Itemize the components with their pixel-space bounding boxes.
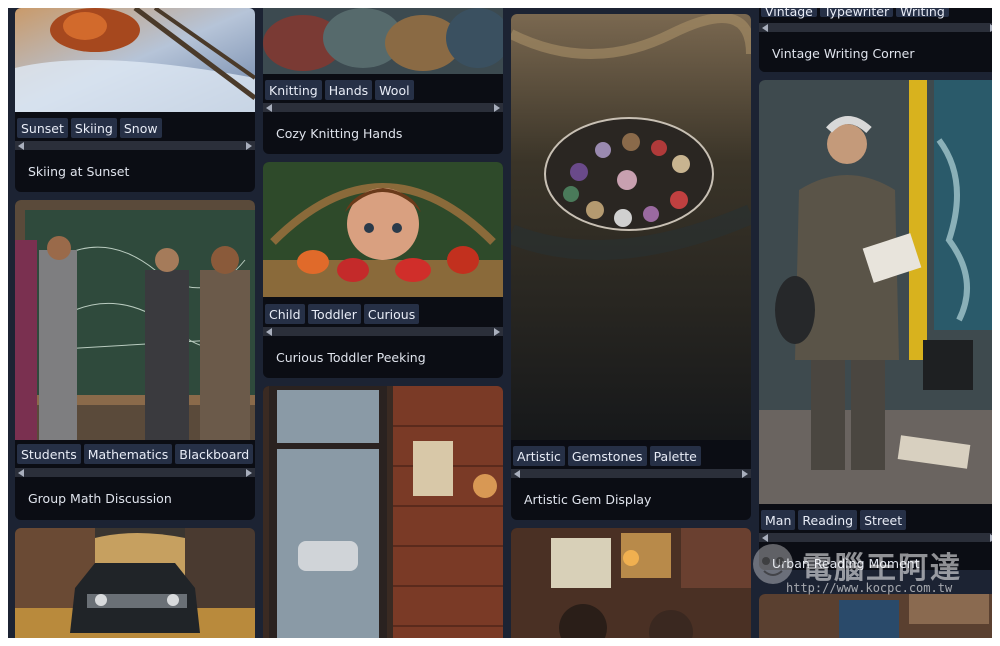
scroll-right-icon[interactable] [246, 141, 252, 150]
scroll-right-icon[interactable] [990, 533, 992, 542]
tag-chip[interactable]: Vintage [761, 8, 817, 18]
tag-chip[interactable]: Wool [375, 80, 414, 100]
tag-chip[interactable]: Mathematics [83, 444, 173, 464]
scroll-left-icon[interactable] [762, 23, 768, 32]
tag-chip[interactable]: Blackboard [175, 444, 254, 464]
image-card-bottom[interactable] [759, 594, 992, 638]
tag-chip[interactable]: Palette [649, 446, 701, 466]
image-card-knitting[interactable]: Knitting Hands Wool Cozy Knitting Hands [263, 8, 503, 154]
tag-scrollbar[interactable] [15, 468, 255, 477]
scroll-right-icon[interactable] [990, 23, 992, 32]
tag-chip[interactable]: Skiing [70, 118, 117, 138]
scroll-right-icon[interactable] [494, 327, 500, 336]
tag-chip[interactable]: Toddler [307, 304, 361, 324]
card-caption: Group Math Discussion [28, 491, 172, 506]
tag-list: Man Reading Street [759, 507, 992, 533]
photo-skiing[interactable] [15, 8, 255, 112]
tag-scrollbar[interactable] [15, 141, 255, 150]
tag-list: Child Toddler Curious [263, 301, 503, 327]
tag-chip[interactable]: Typewriter [819, 8, 894, 18]
tag-scrollbar[interactable] [263, 103, 503, 112]
scroll-left-icon[interactable] [514, 469, 520, 478]
photo-gems[interactable] [511, 14, 751, 440]
tag-list: Students Mathematics Blackboard [15, 441, 255, 467]
tag-chip[interactable]: Child [265, 304, 305, 324]
scroll-right-icon[interactable] [494, 103, 500, 112]
tag-chip[interactable]: Knitting [265, 80, 322, 100]
image-card-math[interactable]: Students Mathematics Blackboard Group Ma… [15, 200, 255, 520]
scroll-right-icon[interactable] [246, 468, 252, 477]
image-card-gems[interactable]: Artistic Gemstones Palette Artistic Gem … [511, 14, 751, 520]
scroll-left-icon[interactable] [266, 327, 272, 336]
tag-chip[interactable]: Snow [119, 118, 162, 138]
tag-scrollbar[interactable] [263, 327, 503, 336]
tag-list: Artistic Gemstones Palette [511, 443, 751, 469]
photo-car[interactable] [15, 528, 255, 638]
tag-chip[interactable]: Sunset [17, 118, 68, 138]
tag-chip[interactable]: Hands [324, 80, 373, 100]
tag-chip[interactable]: Curious [363, 304, 420, 324]
photo-cafe[interactable] [511, 528, 751, 638]
card-caption: Vintage Writing Corner [772, 46, 915, 61]
tag-chip[interactable]: Students [17, 444, 81, 464]
scroll-right-icon[interactable] [742, 469, 748, 478]
tag-scrollbar[interactable] [759, 23, 992, 32]
watermark-url: http://www.kocpc.com.tw [786, 581, 953, 595]
card-caption: Cozy Knitting Hands [276, 126, 403, 141]
tag-chip[interactable]: Reading [798, 510, 858, 530]
photo-math[interactable] [15, 200, 255, 440]
image-card-car[interactable] [15, 528, 255, 638]
tag-chip[interactable]: Artistic [513, 446, 565, 466]
photo-window[interactable] [263, 386, 503, 638]
photo-toddler[interactable] [263, 162, 503, 297]
tag-chip[interactable]: Writing [896, 8, 949, 18]
tag-list: Knitting Hands Wool [263, 77, 503, 103]
tag-scrollbar[interactable] [511, 469, 751, 478]
site-watermark: 電腦王阿達 http://www.kocpc.com.tw [750, 541, 980, 599]
tag-chip[interactable]: Street [860, 510, 907, 530]
image-card-toddler[interactable]: Child Toddler Curious Curious Toddler Pe… [263, 162, 503, 378]
image-card-reading[interactable]: Man Reading Street Urban Reading Moment [759, 80, 992, 570]
photo-bottom[interactable] [759, 594, 992, 638]
image-card-skiing[interactable]: Sunset Skiing Snow Skiing at Sunset [15, 8, 255, 192]
card-caption: Skiing at Sunset [28, 164, 130, 179]
card-caption: Curious Toddler Peeking [276, 350, 426, 365]
tag-chip[interactable]: Man [761, 510, 796, 530]
photo-knitting[interactable] [263, 8, 503, 74]
tag-list: Sunset Skiing Snow [15, 115, 255, 141]
tag-list: Vintage Typewriter Writing [759, 8, 992, 20]
scroll-left-icon[interactable] [18, 141, 24, 150]
image-card-vintage[interactable]: Vintage Typewriter Writing Vintage Writi… [759, 8, 992, 72]
image-card-window[interactable] [263, 386, 503, 638]
image-card-cafe[interactable] [511, 528, 751, 638]
card-caption: Artistic Gem Display [524, 492, 652, 507]
scroll-left-icon[interactable] [18, 468, 24, 477]
scroll-left-icon[interactable] [266, 103, 272, 112]
tag-chip[interactable]: Gemstones [567, 446, 647, 466]
photo-reading[interactable] [759, 80, 992, 504]
